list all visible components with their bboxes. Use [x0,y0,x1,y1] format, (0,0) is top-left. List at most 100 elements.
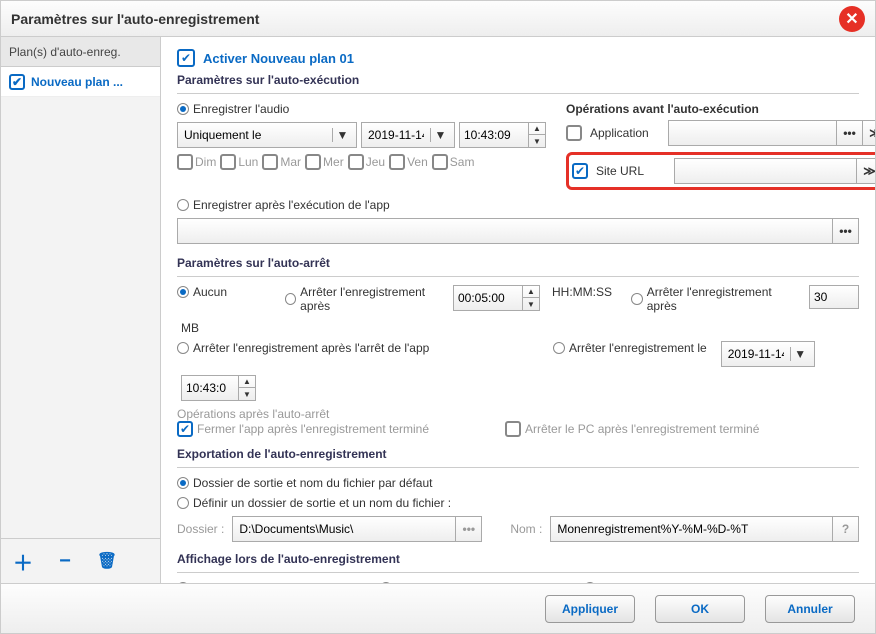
day-fri-checkbox[interactable] [389,154,405,170]
ok-button[interactable]: OK [655,595,745,623]
radio-record-audio-label: Enregistrer l'audio [193,102,289,116]
day-sat-label: Sam [450,155,475,169]
date-value [362,124,430,146]
siteurl-highlight: Site URL ≫ [566,152,875,190]
sidebar-header: Plan(s) d'auto-enreg. [1,37,160,67]
day-tue-checkbox[interactable] [262,154,278,170]
hhmmss-label: HH:MM:SS [552,285,612,299]
radio-stop-after-app-quit-label: Arrêter l'enregistrement après l'arrêt d… [193,341,429,355]
delete-plan-button[interactable]: 🗑 [95,549,119,573]
shutdown-pc-label: Arrêter le PC après l'enregistrement ter… [525,422,759,436]
radio-stop-after-duration[interactable]: Arrêter l'enregistrement après [285,285,445,313]
arrow-right-icon[interactable]: ≫ [856,159,875,183]
preops-title: Opérations avant l'auto-exécution [566,102,875,116]
remove-plan-button[interactable]: − [53,549,77,573]
name-input[interactable] [551,517,832,541]
application-field[interactable]: ••• ≫ [668,120,875,146]
day-thu-label: Jeu [366,155,385,169]
radio-stop-at-date-label: Arrêter l'enregistrement le [569,341,707,355]
day-tue-label: Mar [280,155,301,169]
cancel-button[interactable]: Annuler [765,595,855,623]
add-plan-button[interactable]: ＋ [11,549,35,573]
spin-down-icon[interactable]: ▼ [529,135,545,147]
radio-stop-after-size[interactable]: Arrêter l'enregistrement après [631,285,801,313]
duration-value[interactable] [454,286,522,310]
folder-input[interactable] [233,517,455,541]
radio-default-folder[interactable]: Dossier de sortie et nom du fichier par … [177,476,432,490]
name-label: Nom : [510,522,542,536]
day-mon-label: Lun [238,155,258,169]
size-unit-label: MB [181,321,199,335]
sidebar-item-label: Nouveau plan ... [31,75,123,89]
spin-up-icon[interactable]: ▲ [523,286,539,298]
spin-up-icon[interactable]: ▲ [529,123,545,135]
radio-default-folder-label: Dossier de sortie et nom du fichier par … [193,476,432,490]
stop-time-value[interactable] [182,376,238,400]
application-label: Application [590,126,660,140]
siteurl-field[interactable]: ≫ [674,158,875,184]
shutdown-pc-checkbox[interactable] [505,421,521,437]
postops-title: Opérations après l'auto-arrêt [177,407,859,421]
close-app-checkbox[interactable] [177,421,193,437]
radio-custom-folder[interactable]: Définir un dossier de sortie et un nom d… [177,496,451,510]
time-spinner[interactable]: ▲▼ [459,122,546,148]
radio-record-audio[interactable]: Enregistrer l'audio [177,102,289,116]
radio-stop-at-date[interactable]: Arrêter l'enregistrement le [553,341,707,355]
close-button[interactable]: ✕ [839,6,865,32]
ellipsis-icon[interactable]: ••• [455,517,481,541]
app-path-input[interactable] [178,219,832,243]
day-sun-label: Dim [195,155,216,169]
schedule-mode-select[interactable]: ▼ [177,122,357,148]
radio-stop-after-duration-label: Arrêter l'enregistrement après [300,285,445,313]
chevron-down-icon[interactable]: ▼ [430,128,450,142]
name-field[interactable]: ? [550,516,859,542]
radio-stop-after-app-quit[interactable]: Arrêter l'enregistrement après l'arrêt d… [177,341,447,355]
siteurl-checkbox[interactable] [572,163,588,179]
enable-plan-checkbox[interactable] [177,49,195,67]
ellipsis-icon[interactable]: ••• [836,121,862,145]
section-display-title: Affichage lors de l'auto-enregistrement [177,552,859,566]
apply-button[interactable]: Appliquer [545,595,635,623]
app-path-field[interactable]: ••• [177,218,859,244]
day-mon-checkbox[interactable] [220,154,236,170]
application-input[interactable] [669,121,836,145]
time-value[interactable] [460,123,528,147]
size-input[interactable] [809,285,859,309]
day-thu-checkbox[interactable] [348,154,364,170]
close-app-label: Fermer l'app après l'enregistrement term… [197,422,429,436]
section-exec-title: Paramètres sur l'auto-exécution [177,73,859,87]
day-sun-checkbox[interactable] [177,154,193,170]
schedule-mode-value [178,124,332,146]
day-fri-label: Ven [407,155,428,169]
ellipsis-icon[interactable]: ••• [832,219,858,243]
day-wed-checkbox[interactable] [305,154,321,170]
radio-record-after-app[interactable]: Enregistrer après l'exécution de l'app [177,198,390,212]
spin-down-icon[interactable]: ▼ [239,388,255,400]
enable-plan-label: Activer Nouveau plan 01 [203,51,354,66]
sidebar-item-plan-01[interactable]: Nouveau plan ... [1,67,160,97]
siteurl-label: Site URL [596,164,666,178]
section-export-title: Exportation de l'auto-enregistrement [177,447,859,461]
stop-date-value [722,343,790,365]
stop-time-spinner[interactable]: ▲▼ [181,375,256,401]
checkbox-icon[interactable] [9,74,25,90]
application-checkbox[interactable] [566,125,582,141]
chevron-down-icon[interactable]: ▼ [332,128,352,142]
radio-stop-none-label: Aucun [193,285,227,299]
radio-record-after-app-label: Enregistrer après l'exécution de l'app [193,198,390,212]
day-sat-checkbox[interactable] [432,154,448,170]
spin-up-icon[interactable]: ▲ [239,376,255,388]
day-wed-label: Mer [323,155,344,169]
folder-label: Dossier : [177,522,224,536]
chevron-down-icon[interactable]: ▼ [790,347,810,361]
window-title: Paramètres sur l'auto-enregistrement [11,11,259,27]
folder-field[interactable]: ••• [232,516,482,542]
duration-spinner[interactable]: ▲▼ [453,285,540,311]
radio-stop-none[interactable]: Aucun [177,285,277,299]
stop-date-picker[interactable]: ▼ [721,341,815,367]
siteurl-input[interactable] [675,159,856,183]
arrow-right-icon[interactable]: ≫ [862,121,875,145]
help-icon[interactable]: ? [832,517,858,541]
spin-down-icon[interactable]: ▼ [523,298,539,310]
date-picker[interactable]: ▼ [361,122,455,148]
